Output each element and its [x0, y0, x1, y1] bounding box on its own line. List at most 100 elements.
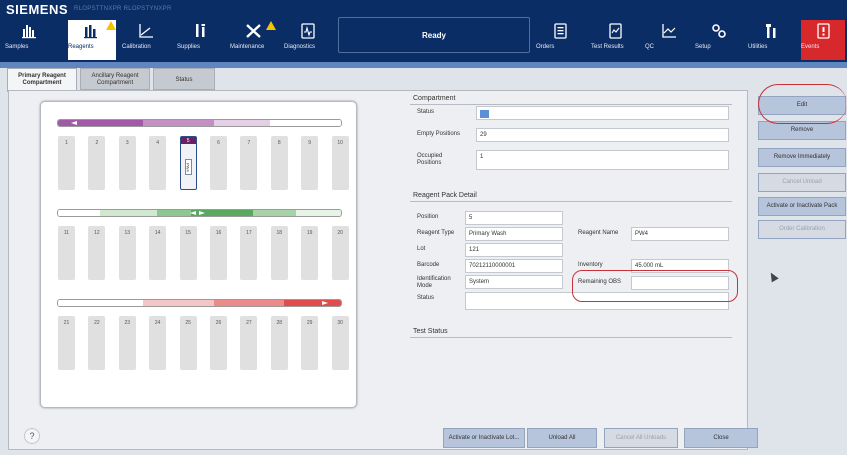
compartment-slot-15[interactable]: 15	[179, 226, 197, 280]
slot-number: 6	[217, 140, 220, 146]
compartment-slot-11[interactable]: 11	[58, 226, 75, 280]
compartment-slot-24[interactable]: 24	[149, 316, 167, 370]
slot-number: 20	[337, 230, 343, 236]
slot-number: 4	[156, 140, 160, 146]
nav-label: Samples	[5, 44, 29, 50]
compartment-slot-8[interactable]: 8	[270, 136, 288, 190]
compartment-slot-7[interactable]: 7	[240, 136, 258, 190]
tab-ancillary-reagent[interactable]: Ancillary Reagent Compartment	[80, 68, 150, 90]
nav-label: Supplies	[177, 44, 201, 50]
compartment-slot-1[interactable]: 1	[58, 136, 75, 190]
remove-immediately-button[interactable]: Remove Immediately	[758, 148, 846, 167]
nav-utilities[interactable]: Utilities	[748, 20, 796, 60]
order-calibration-button[interactable]: Order Calibration	[758, 220, 846, 239]
bar-chart-icon	[5, 20, 53, 44]
results-icon	[591, 20, 639, 44]
compartment-slot-25[interactable]: 25	[179, 316, 197, 370]
arrow-right-icon	[322, 301, 328, 305]
slot-number: 1	[65, 140, 68, 146]
nav-label: Setup	[695, 44, 711, 50]
remaining-obs-callout	[572, 270, 738, 302]
slot-number: 5	[180, 137, 196, 144]
test-status-title: Test Status	[413, 328, 448, 335]
nav-label: Test Results	[591, 44, 624, 50]
compartment-slot-6[interactable]: 6	[210, 136, 227, 190]
reagent-type-field: Primary Wash	[465, 227, 563, 241]
compartment-slot-3[interactable]: 3	[118, 136, 136, 190]
divider	[410, 104, 732, 105]
compartment-slot-17[interactable]: 17	[240, 226, 258, 280]
slot-number: 9	[308, 140, 312, 146]
qc-chart-icon	[645, 20, 693, 44]
compartment-slot-21[interactable]: 21	[58, 316, 75, 370]
slot-number: 14	[154, 230, 161, 236]
compartment-slot-29[interactable]: 29	[301, 316, 319, 370]
diagnostics-icon	[284, 20, 332, 44]
system-id: RLOPSTTNXPR RLOPSTYNXPR	[74, 6, 172, 12]
nav-orders[interactable]: Orders	[536, 20, 584, 60]
compartment-status-label: Status	[417, 109, 435, 115]
setup-icon	[695, 20, 743, 44]
compartment-slot-16[interactable]: 16	[210, 226, 227, 280]
compartment-title: Compartment	[413, 95, 456, 102]
help-button[interactable]: ?	[24, 428, 40, 444]
activate-inactivate-pack-button[interactable]: Activate or Inactivate Pack	[758, 197, 846, 216]
nav-events[interactable]: Events	[801, 20, 845, 60]
compartment-slot-18[interactable]: 18	[270, 226, 288, 280]
warning-icon	[106, 21, 116, 30]
nav-label: Maintenance	[230, 44, 265, 50]
reagent-type-label: Reagent Type	[417, 230, 455, 236]
compartment-slot-2[interactable]: 2	[88, 136, 106, 190]
nav-label: Orders	[536, 44, 555, 50]
empty-positions-field: 29	[476, 128, 729, 142]
orders-icon	[536, 20, 584, 44]
top-bar: SIEMENS RLOPSTTNXPR RLOPSTYNXPR Samples …	[0, 0, 847, 62]
compartment-slot-12[interactable]: 12	[88, 226, 106, 280]
compartment-slot-23[interactable]: 23	[118, 316, 136, 370]
slot-number: 26	[215, 320, 222, 326]
compartment-slot-4[interactable]: 4	[149, 136, 167, 190]
compartment-slot-14[interactable]: 14	[149, 226, 167, 280]
compartment-slot-5[interactable]: 5 PW4	[179, 136, 197, 190]
tab-primary-reagent[interactable]: Primary Reagent Compartment	[7, 68, 77, 92]
cancel-all-unloads-button[interactable]: Cancel All Unloads	[604, 428, 678, 448]
nav-samples[interactable]: Samples	[5, 20, 53, 60]
slot-number: 16	[215, 230, 222, 236]
compartment-slot-26[interactable]: 26	[210, 316, 227, 370]
position-field: 5	[465, 211, 563, 225]
slot-number: 21	[63, 320, 70, 326]
tab-status[interactable]: Status	[153, 68, 215, 90]
slot-number: 3	[125, 140, 129, 146]
rack-bar-row-3	[57, 299, 342, 307]
nav-setup[interactable]: Setup	[695, 20, 743, 60]
compartment-slot-28[interactable]: 28	[270, 316, 288, 370]
compartment-slot-20[interactable]: 20	[331, 226, 349, 280]
compartment-slot-19[interactable]: 19	[301, 226, 319, 280]
compartment-slot-30[interactable]: 30	[331, 316, 349, 370]
nav-qc[interactable]: QC	[645, 20, 693, 60]
slot-number: 8	[277, 140, 281, 146]
slot-number: 28	[276, 320, 283, 326]
divider	[410, 337, 732, 338]
nav-test-results[interactable]: Test Results	[591, 20, 639, 60]
arrow-right-icon	[199, 211, 205, 215]
close-button[interactable]: Close	[684, 428, 758, 448]
nav-diagnostics[interactable]: Diagnostics	[284, 20, 332, 60]
compartment-slot-10[interactable]: 10	[331, 136, 349, 190]
unload-all-button[interactable]: Unload All	[527, 428, 597, 448]
nav-calibration[interactable]: Calibration	[122, 20, 170, 60]
compartment-slot-13[interactable]: 13	[118, 226, 136, 280]
nav-supplies[interactable]: Supplies	[177, 20, 225, 60]
identification-mode-field: System	[465, 275, 563, 289]
nav-label: Reagents	[68, 44, 94, 50]
compartment-slot-9[interactable]: 9	[301, 136, 319, 190]
activate-inactivate-lot-button[interactable]: Activate or Inactivate Lot...	[443, 428, 525, 448]
events-icon	[801, 20, 845, 44]
compartment-slot-22[interactable]: 22	[88, 316, 106, 370]
empty-positions-label: Empty Positions	[417, 131, 461, 137]
compartment-slot-27[interactable]: 27	[240, 316, 258, 370]
slot-number: 2	[95, 140, 99, 146]
cancel-unload-button[interactable]: Cancel Unload	[758, 173, 846, 192]
slot-number: 19	[306, 230, 313, 236]
slot-number: 30	[337, 320, 343, 326]
